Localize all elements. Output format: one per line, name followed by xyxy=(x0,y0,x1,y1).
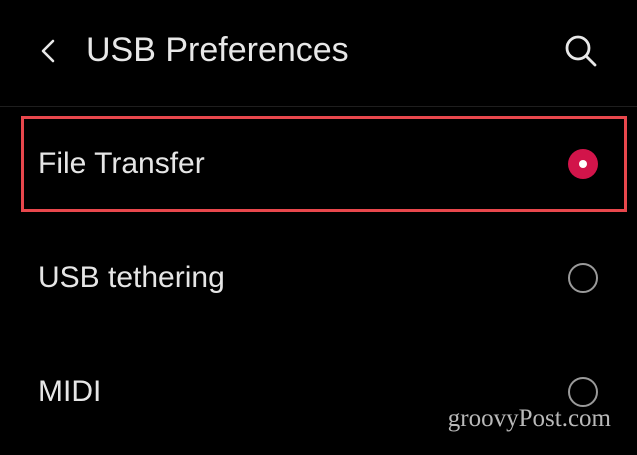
radio-unselected-icon[interactable] xyxy=(568,263,598,293)
option-label: USB tethering xyxy=(38,261,225,294)
page-title: USB Preferences xyxy=(86,31,349,69)
option-file-transfer[interactable]: File Transfer xyxy=(0,116,637,212)
header-divider xyxy=(0,106,637,107)
option-label: File Transfer xyxy=(38,147,205,180)
search-icon xyxy=(565,35,597,67)
top-app-bar: USB Preferences xyxy=(0,0,637,104)
search-button[interactable] xyxy=(560,30,602,72)
option-label: MIDI xyxy=(38,375,102,408)
back-button[interactable] xyxy=(30,31,66,71)
chevron-left-icon xyxy=(41,39,55,63)
radio-unselected-icon[interactable] xyxy=(568,377,598,407)
watermark: groovyPost.com xyxy=(447,405,611,432)
option-usb-tethering[interactable]: USB tethering xyxy=(0,230,637,326)
radio-selected-icon[interactable] xyxy=(568,149,598,179)
